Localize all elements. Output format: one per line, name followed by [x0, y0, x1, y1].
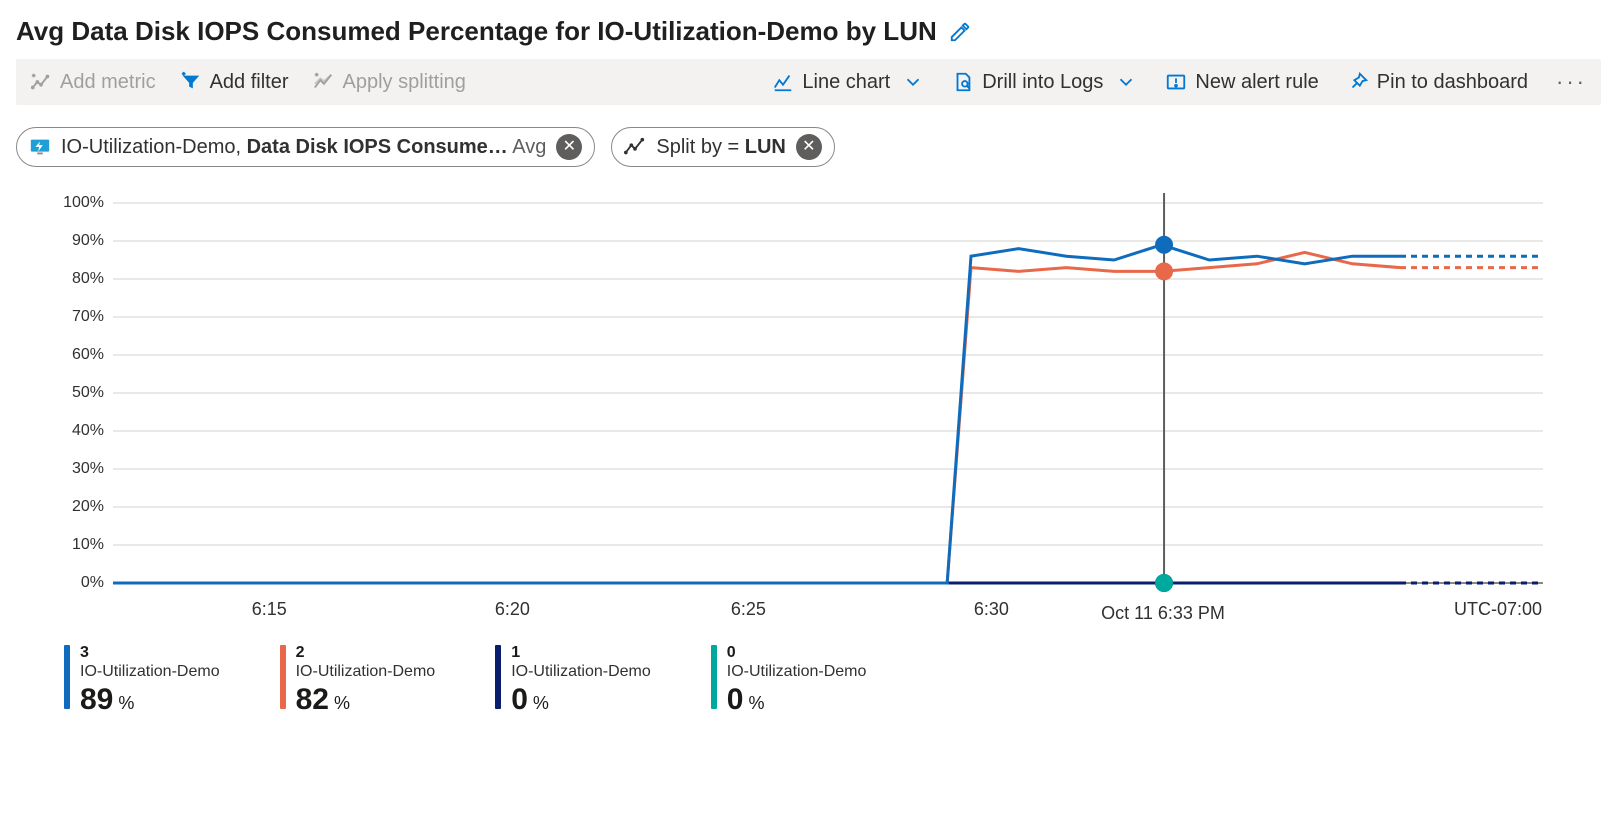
apply-splitting-button[interactable]: Apply splitting [313, 71, 466, 94]
chart-type-label: Line chart [802, 71, 890, 94]
toolbar: Add metric Add filter Apply splitting Li… [16, 59, 1601, 105]
split-pill[interactable]: Split by = LUN ✕ [611, 127, 835, 167]
metric-pill-metric: Data Disk IOPS Consume… [247, 136, 508, 158]
plot-svg [113, 193, 1543, 593]
pin-button[interactable]: Pin to dashboard [1347, 71, 1528, 94]
logs-icon [952, 71, 974, 93]
legend-lun: 3 [80, 645, 220, 661]
add-metric-label: Add metric [60, 71, 156, 94]
y-tick-label: 60% [72, 346, 104, 364]
metric-pill-resource: IO-Utilization-Demo [61, 136, 235, 158]
add-metric-icon [30, 71, 52, 93]
y-tick-label: 0% [81, 574, 104, 592]
pill-row: IO-Utilization-Demo, Data Disk IOPS Cons… [16, 127, 1601, 167]
legend-value: 89 % [80, 683, 220, 717]
add-metric-button[interactable]: Add metric [30, 71, 156, 94]
x-tick-label: 6:20 [495, 599, 530, 620]
legend-lun: 2 [296, 645, 436, 661]
legend-lun: 1 [511, 645, 651, 661]
y-tick-label: 40% [72, 422, 104, 440]
split-icon [313, 71, 335, 93]
legend: 3 IO-Utilization-Demo 89 % 2 IO-Utilization-… [64, 645, 1601, 717]
filter-icon [180, 71, 202, 93]
pin-icon [1347, 71, 1369, 93]
chart-type-button[interactable]: Line chart [772, 71, 924, 94]
legend-value: 0 % [727, 683, 867, 717]
chart[interactable]: 0% 10% 20% 30% 40% 50% 60% 70% 80% 90% 100% UTC-07… [16, 193, 1601, 627]
page-title: Avg Data Disk IOPS Consumed Percentage f… [16, 16, 937, 47]
x-axis: UTC-07:00 6:15 6:20 6:25 6:30 Oct 11 6:33 PM [112, 599, 1542, 627]
add-filter-button[interactable]: Add filter [180, 71, 289, 94]
legend-value: 0 % [511, 683, 651, 717]
toolbar-right: Line chart Drill into Logs New alert rul… [772, 69, 1587, 95]
pin-label: Pin to dashboard [1377, 71, 1528, 94]
drill-logs-button[interactable]: Drill into Logs [952, 71, 1137, 94]
y-tick-label: 20% [72, 498, 104, 516]
new-alert-label: New alert rule [1195, 71, 1318, 94]
split-pill-icon [624, 136, 646, 158]
new-alert-button[interactable]: New alert rule [1165, 71, 1318, 94]
y-tick-label: 50% [72, 384, 104, 402]
cursor-time-label: Oct 11 6:33 PM [1101, 603, 1225, 624]
metric-pill-remove[interactable]: ✕ [556, 134, 582, 160]
title-row: Avg Data Disk IOPS Consumed Percentage f… [16, 16, 1601, 47]
y-tick-label: 30% [72, 460, 104, 478]
y-tick-label: 100% [63, 194, 104, 212]
legend-item[interactable]: 0 IO-Utilization-Demo 0 % [711, 645, 867, 717]
drill-logs-label: Drill into Logs [982, 71, 1103, 94]
y-tick-label: 70% [72, 308, 104, 326]
legend-color-bar [495, 645, 501, 709]
chevron-down-icon [902, 71, 924, 93]
legend-resource: IO-Utilization-Demo [727, 663, 867, 681]
legend-lun: 0 [727, 645, 867, 661]
more-button[interactable]: ··· [1556, 69, 1587, 95]
split-pill-remove[interactable]: ✕ [796, 134, 822, 160]
metric-pill-aggregation: Avg [512, 136, 546, 158]
plot-area[interactable] [112, 193, 1542, 593]
add-filter-label: Add filter [210, 71, 289, 94]
alert-icon [1165, 71, 1187, 93]
y-tick-label: 80% [72, 270, 104, 288]
legend-resource: IO-Utilization-Demo [511, 663, 651, 681]
x-tick-label: 6:30 [974, 599, 1009, 620]
split-pill-value: LUN [745, 136, 786, 158]
timezone-label: UTC-07:00 [1454, 599, 1542, 620]
metric-pill[interactable]: IO-Utilization-Demo, Data Disk IOPS Cons… [16, 127, 595, 167]
line-chart-icon [772, 71, 794, 93]
y-tick-label: 90% [72, 232, 104, 250]
legend-resource: IO-Utilization-Demo [80, 663, 220, 681]
chevron-down-icon [1115, 71, 1137, 93]
vm-icon [29, 136, 51, 158]
legend-resource: IO-Utilization-Demo [296, 663, 436, 681]
legend-color-bar [711, 645, 717, 709]
y-axis-labels: 0% 10% 20% 30% 40% 50% 60% 70% 80% 90% 100% [16, 193, 104, 593]
edit-icon[interactable] [949, 21, 971, 43]
legend-value: 82 % [296, 683, 436, 717]
legend-item[interactable]: 1 IO-Utilization-Demo 0 % [495, 645, 651, 717]
split-pill-label: Split by [656, 136, 722, 158]
legend-item[interactable]: 3 IO-Utilization-Demo 89 % [64, 645, 220, 717]
y-tick-label: 10% [72, 536, 104, 554]
legend-item[interactable]: 2 IO-Utilization-Demo 82 % [280, 645, 436, 717]
legend-color-bar [64, 645, 70, 709]
x-tick-label: 6:25 [731, 599, 766, 620]
apply-splitting-label: Apply splitting [343, 71, 466, 94]
x-tick-label: 6:15 [252, 599, 287, 620]
legend-color-bar [280, 645, 286, 709]
